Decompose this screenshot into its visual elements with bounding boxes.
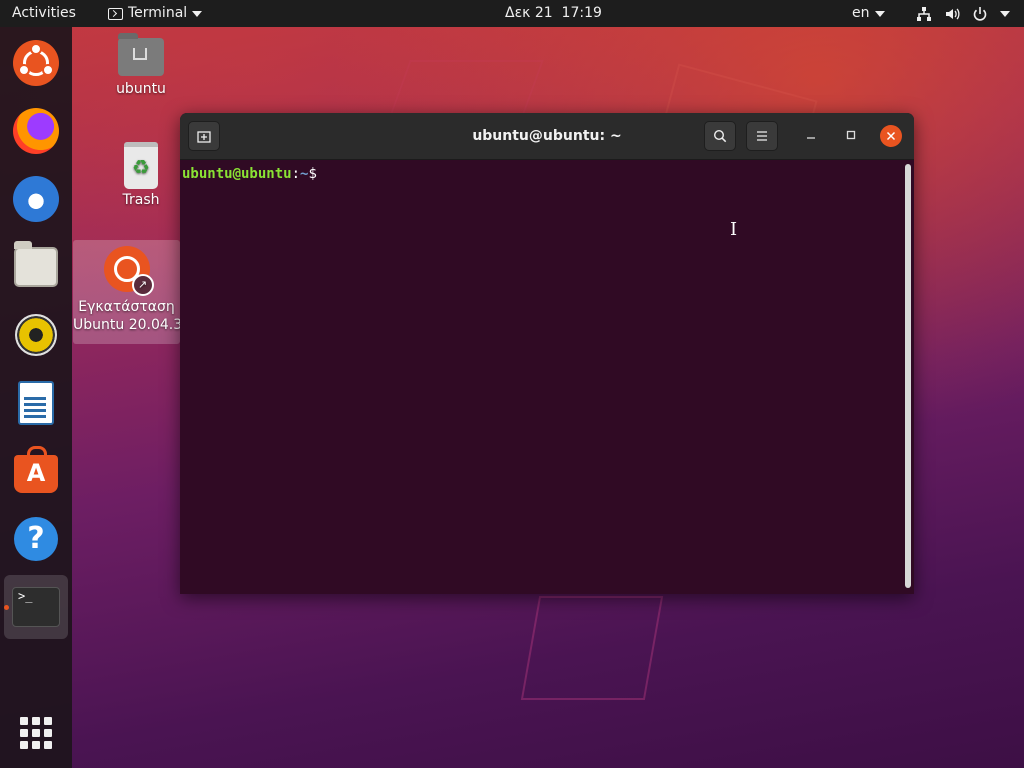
desktop-home-label: ubuntu bbox=[116, 81, 166, 97]
terminal-icon bbox=[108, 7, 123, 20]
desktop-installer[interactable]: ↗ Εγκατάσταση Ubuntu 20.04.3 bbox=[73, 240, 180, 344]
trash-icon: ♻ bbox=[124, 142, 158, 189]
desktop-home-folder[interactable]: ubuntu bbox=[100, 33, 182, 98]
dock-item-help[interactable]: ? bbox=[8, 511, 64, 567]
desktop-installer-label-line2: Ubuntu 20.04.3 bbox=[73, 317, 180, 333]
new-tab-icon bbox=[197, 131, 211, 143]
ubuntu-icon bbox=[13, 40, 59, 86]
language-button[interactable]: en bbox=[852, 0, 885, 27]
terminal-header-bar[interactable]: ubuntu@ubuntu: ~ bbox=[180, 113, 914, 160]
installer-icon: ↗ bbox=[103, 246, 154, 296]
chevron-down-icon bbox=[874, 10, 885, 17]
prompt-line: ubuntu@ubuntu:~$ bbox=[182, 163, 325, 182]
thunderbird-icon bbox=[13, 176, 59, 222]
power-icon bbox=[973, 6, 987, 21]
desktop-trash[interactable]: ♻ Trash bbox=[100, 142, 182, 209]
show-applications-icon[interactable] bbox=[20, 717, 52, 749]
text-cursor bbox=[317, 163, 325, 178]
dock-item-thunderbird[interactable] bbox=[8, 171, 64, 227]
software-icon: A bbox=[14, 446, 58, 493]
clock-label: Δεκ 21 17:19 bbox=[505, 5, 602, 21]
dock: A ? >_ bbox=[0, 27, 72, 768]
dock-item-rhythmbox[interactable] bbox=[8, 307, 64, 363]
system-menu-button[interactable] bbox=[916, 0, 1010, 27]
rhythmbox-icon bbox=[15, 314, 57, 356]
files-icon bbox=[14, 241, 58, 287]
prompt-separator: : bbox=[291, 166, 301, 182]
language-label: en bbox=[852, 5, 870, 21]
shortcut-arrow-icon: ↗ bbox=[131, 274, 154, 296]
hamburger-icon bbox=[757, 131, 767, 141]
activities-label: Activities bbox=[12, 5, 76, 21]
dock-item-ubuntu[interactable] bbox=[8, 35, 64, 91]
terminal-icon: >_ bbox=[12, 587, 60, 627]
network-icon bbox=[917, 6, 931, 21]
dock-item-files[interactable] bbox=[8, 239, 64, 295]
running-indicator bbox=[4, 605, 9, 610]
minimize-icon bbox=[807, 137, 815, 139]
dock-item-software[interactable]: A bbox=[8, 443, 64, 499]
search-icon bbox=[713, 129, 727, 143]
close-button[interactable] bbox=[880, 125, 902, 147]
app-menu-button[interactable]: Terminal bbox=[108, 0, 203, 27]
terminal-content[interactable]: ubuntu@ubuntu:~$ I bbox=[180, 160, 914, 594]
volume-icon bbox=[946, 8, 960, 19]
chevron-down-icon bbox=[1000, 10, 1010, 17]
writer-icon bbox=[18, 381, 54, 425]
terminal-window[interactable]: ubuntu@ubuntu: ~ ubuntu@ubuntu:~$ I bbox=[180, 113, 914, 594]
desktop-trash-label: Trash bbox=[122, 192, 160, 208]
dock-item-terminal[interactable]: >_ bbox=[4, 575, 68, 639]
menu-button[interactable] bbox=[746, 121, 778, 151]
prompt-user: ubuntu@ubuntu bbox=[182, 166, 292, 182]
prompt-symbol: $ bbox=[308, 166, 317, 182]
new-tab-button[interactable] bbox=[188, 121, 220, 151]
scrollbar[interactable] bbox=[905, 164, 911, 588]
home-folder-icon bbox=[118, 33, 164, 76]
clock-button[interactable]: Δεκ 21 17:19 bbox=[505, 0, 602, 27]
dock-item-firefox[interactable] bbox=[8, 103, 64, 159]
chevron-down-icon bbox=[192, 10, 203, 17]
firefox-icon bbox=[13, 108, 59, 154]
ibeam-cursor-icon: I bbox=[730, 219, 738, 240]
search-button[interactable] bbox=[704, 121, 736, 151]
wallpaper-line bbox=[520, 596, 664, 700]
minimize-button[interactable] bbox=[802, 127, 820, 145]
top-bar: Activities Terminal Δεκ 21 17:19 en bbox=[0, 0, 1024, 27]
close-icon bbox=[886, 131, 896, 141]
maximize-button[interactable] bbox=[842, 127, 860, 145]
dock-item-writer[interactable] bbox=[8, 375, 64, 431]
help-icon: ? bbox=[14, 517, 58, 561]
activities-button[interactable]: Activities bbox=[12, 0, 76, 27]
desktop-installer-label-line1: Εγκατάσταση bbox=[78, 299, 175, 315]
app-menu-label: Terminal bbox=[128, 5, 188, 21]
maximize-icon bbox=[846, 130, 856, 140]
